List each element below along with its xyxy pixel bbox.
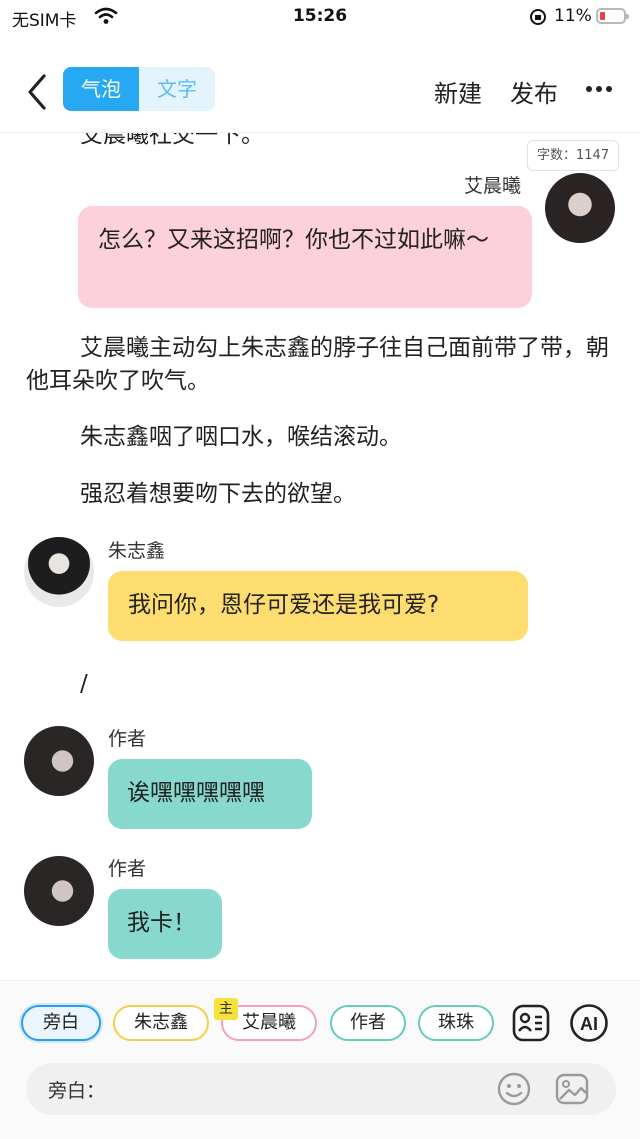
new-button[interactable]: 新建: [434, 74, 482, 109]
ai-icon[interactable]: AI: [569, 1003, 609, 1043]
speaker-name: 作者: [108, 858, 147, 880]
cut-off-line: 艾晨曦社交一下。: [80, 133, 264, 148]
status-bar: 无SIM卡 15:26 11%: [0, 0, 640, 34]
avatar[interactable]: [24, 537, 94, 607]
message-bubble[interactable]: 怎么？又来这招啊？你也不过如此嘛～: [78, 206, 532, 308]
avatar[interactable]: [24, 726, 94, 796]
story-content: 艾晨曦社交一下。 字数：1147 艾晨曦 怎么？又来这招啊？你也不过如此嘛～ 艾…: [0, 133, 640, 978]
message-bubble[interactable]: 我卡！: [108, 889, 222, 959]
speaker-name: 艾晨曦: [464, 175, 522, 197]
role-panel: 旁白 朱志鑫 艾晨曦 主 作者 珠珠 AI 旁白：: [0, 980, 640, 1139]
avatar[interactable]: [545, 173, 615, 243]
back-icon[interactable]: [20, 72, 60, 112]
main-role-badge: 主: [214, 998, 238, 1020]
image-icon[interactable]: [554, 1071, 590, 1107]
narration-slash: /: [80, 671, 88, 697]
message-bubble[interactable]: 诶嘿嘿嘿嘿嘿: [108, 759, 312, 829]
emoji-icon[interactable]: [496, 1071, 532, 1107]
narration-text: 艾晨曦主动勾上朱志鑫的脖子往自己面前带了带，朝他耳朵吹了吹气。: [26, 335, 609, 394]
orientation-lock-icon: [530, 9, 546, 25]
speaker-name: 作者: [108, 728, 147, 750]
role-chip-narrator[interactable]: 旁白: [21, 1005, 101, 1041]
mode-toggle: 气泡 文字: [63, 67, 215, 111]
avatar[interactable]: [24, 856, 94, 926]
speaker-name: 朱志鑫: [108, 540, 166, 562]
nav-bar: 气泡 文字 新建 发布: [0, 50, 640, 133]
more-icon[interactable]: [585, 84, 613, 94]
role-chip-author[interactable]: 作者: [330, 1005, 406, 1041]
tab-bubble[interactable]: 气泡: [63, 67, 139, 111]
word-count-badge: 字数：1147: [527, 140, 620, 171]
narration-text: 强忍着想要吻下去的欲望。: [80, 481, 356, 507]
message-bubble[interactable]: 我问你，恩仔可爱还是我可爱?: [108, 571, 528, 641]
narration-input[interactable]: 旁白：: [26, 1063, 616, 1115]
role-chip-zhuzhixin[interactable]: 朱志鑫: [113, 1005, 209, 1041]
tab-text[interactable]: 文字: [139, 67, 215, 111]
role-chip-zhuzhu[interactable]: 珠珠: [418, 1005, 494, 1041]
svg-text:AI: AI: [580, 1014, 598, 1034]
publish-button[interactable]: 发布: [510, 74, 558, 109]
battery-percent: 11%: [554, 6, 592, 26]
role-list-icon[interactable]: [511, 1003, 551, 1043]
battery-icon: [596, 8, 629, 24]
narration-text: 朱志鑫咽了咽口水，喉结滚动。: [80, 424, 402, 450]
input-label: 旁白：: [48, 1080, 106, 1102]
